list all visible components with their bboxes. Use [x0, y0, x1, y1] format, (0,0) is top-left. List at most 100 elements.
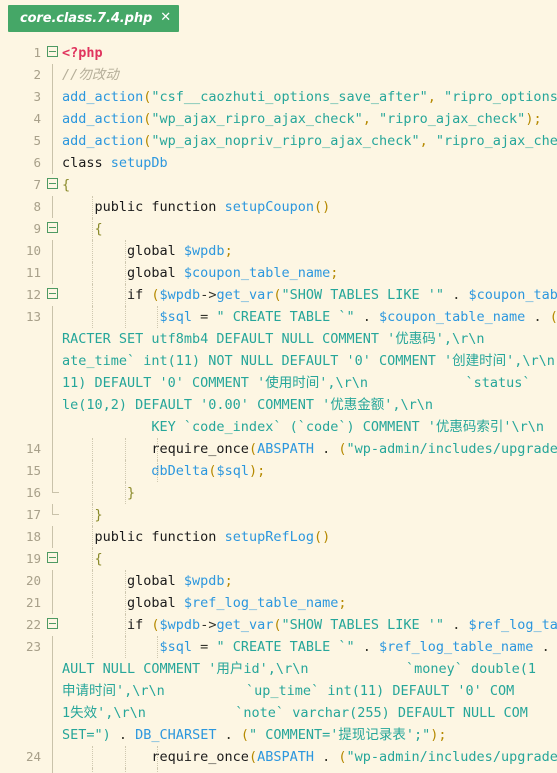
code-token: {: [62, 177, 71, 193]
indent-guide: [124, 438, 127, 460]
code-line[interactable]: SET=") . DB_CHARSET . (" COMMENT='提现记录表'…: [0, 724, 557, 746]
line-number-gutter: [0, 394, 46, 416]
code-line[interactable]: 13 $sql = " CREATE TABLE `" . $coupon_ta…: [0, 306, 557, 328]
fold-guide-line: [46, 306, 60, 328]
code-editor[interactable]: 1 <?php 2//勿改动 3 add_action("csf__caozhuti_o…: [0, 36, 557, 773]
indent-guide: [92, 746, 94, 768]
code-token: ->: [200, 287, 217, 303]
code-line[interactable]: 17 }: [0, 504, 557, 526]
code-line[interactable]: 1失效',\r\n `note` varchar(255) DEFAULT NU…: [0, 702, 557, 724]
code-line[interactable]: 9 {: [0, 218, 557, 240]
line-number-gutter: 15: [0, 460, 46, 482]
fold-collapse-icon[interactable]: [46, 548, 60, 570]
code-line[interactable]: 18 public function setupRefLog(): [0, 526, 557, 548]
code-line[interactable]: 7{: [0, 174, 557, 196]
code-token: " CREATE TABLE `": [216, 639, 355, 655]
code-token: SET="): [62, 727, 111, 743]
code-token: require_once: [62, 749, 249, 765]
code-line[interactable]: 10 global $wpdb;: [0, 240, 557, 262]
indent-guide: [124, 614, 127, 636]
code-line[interactable]: RACTER SET utf8mb4 DEFAULT NULL COMMENT …: [0, 328, 557, 350]
close-icon[interactable]: ✕: [160, 11, 171, 25]
line-number-gutter: 5: [0, 130, 46, 152]
code-line-text: RACTER SET utf8mb4 DEFAULT NULL COMMENT …: [60, 328, 557, 350]
code-line-text: }: [60, 482, 557, 504]
code-line[interactable]: 1 <?php: [0, 42, 557, 64]
code-line[interactable]: 11 global $coupon_table_name;: [0, 262, 557, 284]
code-line[interactable]: 14 require_once(ABSPATH . ("wp-admin/inc…: [0, 438, 557, 460]
fold-guide-line: [46, 702, 60, 724]
code-line[interactable]: 24 require_once(ABSPATH . ("wp-admin/inc…: [0, 746, 557, 768]
code-token: }: [62, 507, 103, 523]
code-line[interactable]: 12 if ($wpdb->get_var("SHOW TABLES LIKE …: [0, 284, 557, 306]
code-token: setupCoupon: [224, 199, 314, 215]
fold-collapse-icon[interactable]: [46, 614, 60, 636]
tab-core-class-7-4-php[interactable]: core.class.7.4.php ✕: [8, 4, 180, 32]
fold-guide-line: [46, 438, 60, 460]
code-line[interactable]: 16 }: [0, 482, 557, 504]
indent-guide: [124, 482, 127, 504]
code-token: if: [62, 287, 152, 303]
fold-guide-line: [46, 460, 60, 482]
fold-collapse-icon[interactable]: [46, 174, 60, 196]
code-line-text: global $coupon_table_name;: [60, 262, 557, 284]
fold-guide-line: [46, 416, 60, 438]
line-number-gutter: 4: [0, 108, 46, 130]
line-number-gutter: [0, 328, 46, 350]
code-token: ("`: [550, 309, 557, 325]
code-line-text: dbDelta($sql);: [60, 460, 557, 482]
fold-collapse-icon[interactable]: [46, 42, 60, 64]
code-line-text: <?php: [60, 42, 557, 64]
line-number-gutter: 24: [0, 746, 46, 768]
code-line-text: if ($wpdb->get_var("SHOW TABLES LIKE '" …: [60, 284, 557, 306]
line-number: 19: [25, 551, 41, 566]
code-token: (: [248, 749, 258, 765]
fold-collapse-icon[interactable]: [46, 284, 60, 306]
line-number-gutter: 6: [0, 152, 46, 174]
line-number: 10: [25, 243, 41, 258]
code-line[interactable]: le(10,2) DEFAULT '0.00' COMMENT '优惠金额',\…: [0, 394, 557, 416]
code-line-text: SET=") . DB_CHARSET . (" COMMENT='提现记录表'…: [60, 724, 557, 746]
indent-guide: [92, 196, 94, 218]
code-token: {: [62, 221, 103, 237]
code-line[interactable]: AULT NULL COMMENT '用户id',\r\n `money` do…: [0, 658, 557, 680]
code-line-text: add_action("csf__caozhuti_options_save_a…: [60, 86, 557, 108]
code-line[interactable]: KEY `code_index` (`code`) COMMENT '优惠码索引…: [0, 416, 557, 438]
code-token: 1失效',\r\n `note` varchar(255) DEFAULT NU…: [62, 705, 528, 721]
code-token: "SHOW TABLES LIKE '": [281, 287, 445, 303]
indent-guide: [92, 614, 94, 636]
line-number-gutter: 2: [0, 64, 46, 86]
code-line[interactable]: 3 add_action("csf__caozhuti_options_save_…: [0, 86, 557, 108]
line-number: 4: [33, 111, 41, 126]
code-token: add_action: [62, 111, 144, 127]
code-line-text: }: [60, 504, 557, 526]
code-line[interactable]: 申请时间',\r\n `up_time` int(11) DEFAULT '0'…: [0, 680, 557, 702]
line-number: 5: [33, 133, 41, 148]
code-line[interactable]: 8 public function setupCoupon(): [0, 196, 557, 218]
code-line[interactable]: 22 if ($wpdb->get_var("SHOW TABLES LIKE …: [0, 614, 557, 636]
code-line[interactable]: 23 $sql = " CREATE TABLE `" . $ref_log_t…: [0, 636, 557, 658]
code-token: $wpdb: [159, 287, 201, 303]
code-line[interactable]: 20 global $wpdb;: [0, 570, 557, 592]
code-token: $ref_log_table_name: [183, 595, 339, 611]
code-line[interactable]: 2 //勿改动: [0, 64, 557, 86]
code-token: (: [273, 287, 282, 303]
code-line[interactable]: 5 add_action("wp_ajax_nopriv_ripro_ajax_c…: [0, 130, 557, 152]
code-token: DB_CHARSET: [135, 727, 217, 743]
line-number-gutter: [0, 372, 46, 394]
code-line[interactable]: 19 {: [0, 548, 557, 570]
line-number: 17: [25, 507, 41, 522]
indent-guide: [157, 636, 159, 658]
code-line[interactable]: 21 global $ref_log_table_name;: [0, 592, 557, 614]
code-line[interactable]: 15 dbDelta($sql);: [0, 460, 557, 482]
fold-guide-line: [46, 86, 60, 108]
code-line[interactable]: ate_time` int(11) NOT NULL DEFAULT '0' C…: [0, 350, 557, 372]
fold-collapse-icon[interactable]: [46, 218, 60, 240]
code-line[interactable]: 4 add_action("wp_ajax_ripro_ajax_check", …: [0, 108, 557, 130]
code-line[interactable]: 25 dbDelta($sql);: [0, 768, 557, 773]
indent-guide: [124, 240, 127, 262]
line-number: 21: [25, 595, 41, 610]
fold-guide-line: [46, 130, 60, 152]
code-line[interactable]: 11) DEFAULT '0' COMMENT '使用时间',\r\n `sta…: [0, 372, 557, 394]
code-line[interactable]: 6 class setupDb: [0, 152, 557, 174]
